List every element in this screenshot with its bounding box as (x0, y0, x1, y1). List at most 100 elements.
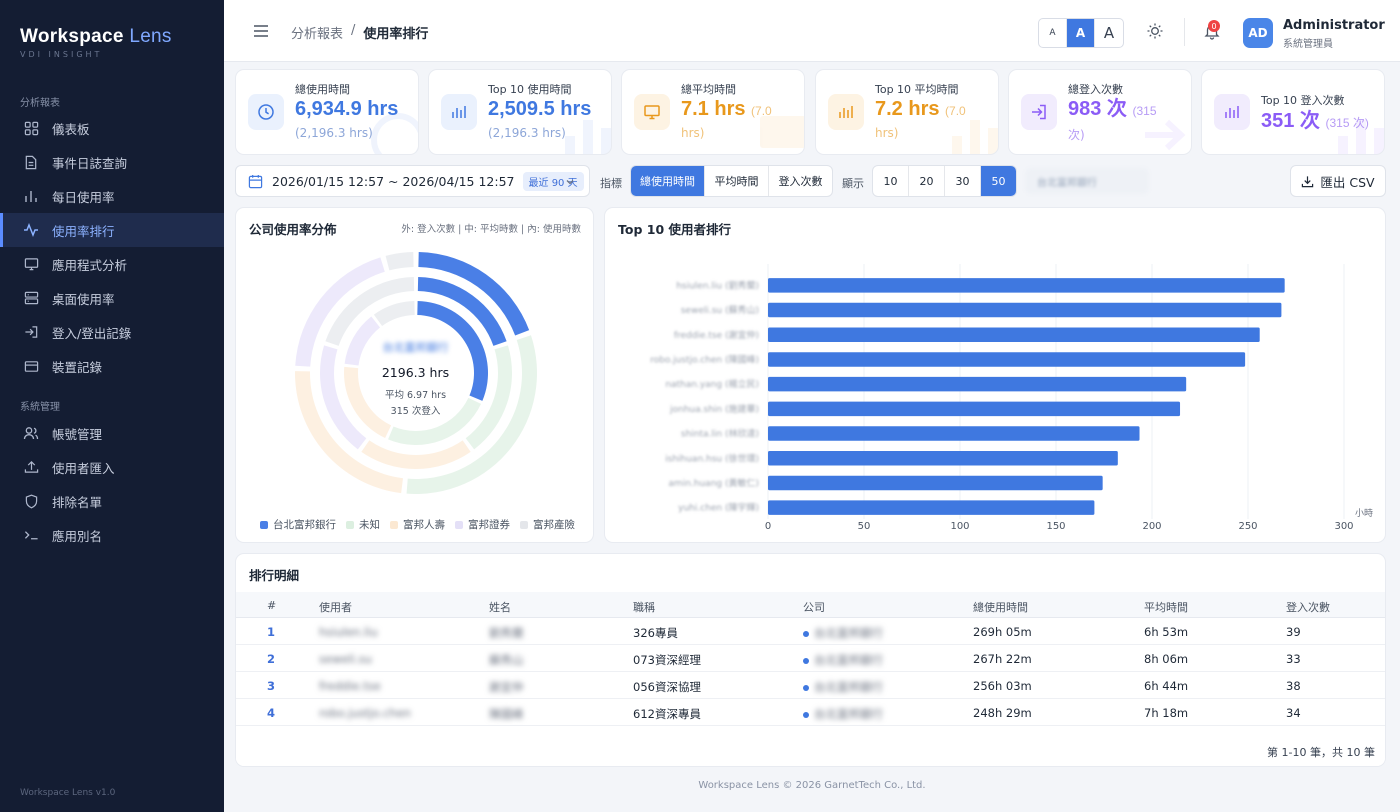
column-header[interactable]: 平均時間 (1144, 599, 1188, 615)
legend-item[interactable]: 富邦產險 (520, 517, 575, 532)
rank-cell[interactable]: 4 (267, 706, 275, 720)
bar[interactable] (768, 401, 1181, 417)
sidebar-item-desktop-usage[interactable]: 桌面使用率 (0, 281, 224, 315)
font-size-small-button[interactable]: A (1039, 19, 1067, 47)
sidebar-item-login-logout[interactable]: 登入/登出記錄 (0, 315, 224, 349)
login-count-cell-text: 38 (1286, 679, 1301, 693)
bar[interactable] (768, 500, 1095, 515)
bar[interactable] (768, 451, 1118, 466)
avatar[interactable]: AD (1243, 18, 1273, 48)
metric-total-time-button[interactable]: 總使用時間 (631, 166, 705, 196)
sidebar-item-label: 使用率排行 (52, 223, 115, 239)
company-cell-text: 台北富邦銀行 (814, 680, 883, 694)
kpi-label: Top 10 平均時間 (875, 83, 959, 96)
show-30-button[interactable]: 30 (945, 166, 981, 196)
kpi-label: 總登入次數 (1068, 83, 1123, 96)
font-size-medium-button[interactable]: A (1067, 19, 1095, 47)
column-header[interactable]: 總使用時間 (973, 599, 1028, 615)
bar[interactable] (768, 475, 1103, 491)
rank-cell[interactable]: 2 (267, 652, 275, 666)
username-cell: seweli.su (319, 652, 372, 666)
sidebar-item-dashboard[interactable]: 儀表板 (0, 111, 224, 145)
export-csv-button[interactable]: 匯出 CSV (1290, 165, 1386, 197)
company-dot-icon (803, 657, 809, 664)
column-header[interactable]: 職稱 (633, 599, 655, 615)
hamburger-menu-icon[interactable] (252, 22, 270, 40)
export-csv-label: 匯出 CSV (1320, 174, 1375, 190)
column-header[interactable]: 公司 (803, 599, 825, 615)
breadcrumb-current: 使用率排行 (363, 27, 429, 42)
total-time-cell-text: 267h 22m (973, 652, 1032, 666)
inner-ring-usage-time-segment[interactable] (373, 301, 415, 326)
kpi-sub: (2,196.3 hrs) (488, 126, 566, 140)
legend-item[interactable]: 未知 (346, 517, 380, 532)
brand-logo[interactable]: Workspace Lens VDI INSIGHT (20, 26, 172, 59)
login-icon (1021, 94, 1057, 130)
page-footer: Workspace Lens © 2026 GarnetTech Co., Lt… (698, 780, 926, 791)
pagination-info: 第 1-10 筆，共 10 筆 (1267, 746, 1375, 759)
column-header[interactable]: 姓名 (489, 599, 511, 615)
date-range-picker[interactable]: 2026/01/15 12:57 ~ 2026/04/15 12:57 最近 9… (235, 165, 590, 197)
sidebar-item-label: 每日使用率 (52, 189, 115, 205)
column-header[interactable]: # (267, 599, 276, 612)
bar[interactable] (768, 278, 1285, 293)
donut-chart[interactable] (236, 208, 595, 508)
show-10-button[interactable]: 10 (873, 166, 909, 196)
table-row[interactable]: 4 robo.justjo.chen 陳國峰 612資深專員 台北富邦銀行 248h 29… (236, 699, 1385, 726)
bar[interactable] (768, 426, 1140, 441)
bar[interactable] (768, 327, 1260, 343)
kpi-value: 7.1 hrs (681, 98, 746, 120)
table-row[interactable]: 3 freddie.tse 謝宜仲 056資深協理 台北富邦銀行 256h 03m 6h 4… (236, 672, 1385, 699)
kpi-watermark-icon (760, 116, 804, 148)
rank-cell[interactable]: 1 (267, 625, 275, 639)
company-filter-dropdown[interactable]: 台北富邦銀行 (1025, 168, 1149, 194)
show-50-button[interactable]: 50 (981, 166, 1016, 196)
column-header[interactable]: 登入次數 (1286, 599, 1330, 615)
terminal-icon (22, 526, 40, 544)
show-20-button[interactable]: 20 (909, 166, 945, 196)
sidebar-item-app-analysis[interactable]: 應用程式分析 (0, 247, 224, 281)
login-count-cell: 39 (1286, 625, 1301, 639)
y-category-label: amin.huang (黃敏仁) (668, 477, 759, 489)
brand-name: Workspace (20, 26, 124, 47)
theme-sun-icon[interactable] (1146, 22, 1164, 40)
metric-avg-time-button[interactable]: 平均時間 (705, 166, 769, 196)
total-time-cell: 269h 05m (973, 625, 1032, 639)
outer-ring-logins-segment[interactable] (385, 252, 414, 271)
nav-section-reports: 分析報表 (20, 98, 60, 109)
kpi-top10-usage: Top 10 使用時間 2,509.5 hrs (2,196.3 hrs) (428, 69, 612, 155)
company-dot-icon (803, 684, 809, 691)
legend-item[interactable]: 富邦人壽 (390, 517, 445, 532)
date-range-value: 2026/01/15 12:57 ~ 2026/04/15 12:57 (272, 173, 515, 189)
sidebar-item-daily-usage[interactable]: 每日使用率 (0, 179, 224, 213)
legend-item[interactable]: 台北富邦銀行 (260, 517, 336, 532)
table-row[interactable]: 1 hsiulen.liu 劉秀蘭 326專員 台北富邦銀行 269h 05m 6h 53m… (236, 618, 1385, 645)
upload-icon (22, 458, 40, 476)
bar-chart-icon (441, 94, 477, 130)
font-size-large-button[interactable]: A (1095, 19, 1123, 47)
sidebar-item-app-alias[interactable]: 應用別名 (0, 518, 224, 552)
outer-ring-logins-segment[interactable] (418, 252, 530, 336)
sidebar-item-usage-ranking[interactable]: 使用率排行 (0, 213, 224, 247)
user-name[interactable]: Administrator (1283, 18, 1385, 33)
x-tick-label: 300 (1334, 521, 1353, 532)
bar[interactable] (768, 376, 1187, 392)
bar[interactable] (768, 302, 1282, 318)
sidebar-item-event-log[interactable]: 事件日誌查詢 (0, 145, 224, 179)
y-category-label: jonhua.shin (施建華) (669, 403, 759, 415)
legend-item[interactable]: 富邦證券 (455, 517, 510, 532)
column-header[interactable]: 使用者 (319, 599, 352, 615)
sidebar-item-user-import[interactable]: 使用者匯入 (0, 450, 224, 484)
bar[interactable] (768, 352, 1246, 367)
grid-icon (22, 119, 40, 137)
rank-cell[interactable]: 3 (267, 679, 275, 693)
table-row[interactable]: 2 seweli.su 蘇秀山 073資深經理 台北富邦銀行 267h 22m 8h 06m… (236, 645, 1385, 672)
nav-section-admin: 系統管理 (20, 402, 60, 413)
x-tick-label: 50 (858, 521, 871, 532)
legend-swatch (346, 521, 354, 529)
sidebar-item-exclusion-list[interactable]: 排除名單 (0, 484, 224, 518)
breadcrumb-parent[interactable]: 分析報表 (291, 23, 343, 42)
sidebar-item-device-log[interactable]: 裝置記錄 (0, 349, 224, 383)
metric-logins-button[interactable]: 登入次數 (769, 166, 832, 196)
sidebar-item-account-mgmt[interactable]: 帳號管理 (0, 416, 224, 450)
